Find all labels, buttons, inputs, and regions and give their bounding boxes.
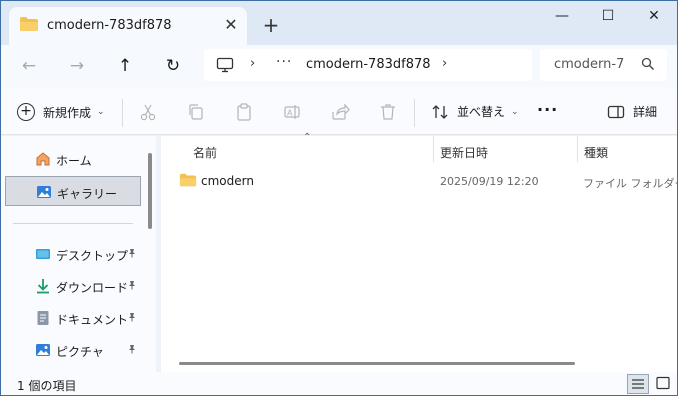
- pin-icon[interactable]: [127, 312, 137, 325]
- cut-icon[interactable]: [138, 102, 158, 122]
- toolbar-divider: [122, 99, 123, 127]
- search-placeholder: cmodern-7: [554, 57, 625, 72]
- details-view-icon: [632, 379, 644, 389]
- sort-label: 並べ替え: [457, 105, 506, 119]
- search-icon: [641, 57, 654, 70]
- details-label: 詳細: [633, 105, 658, 119]
- sidebar-scrollbar[interactable]: [148, 153, 152, 229]
- sidebar-item-home[interactable]: ホーム: [5, 144, 141, 174]
- rename-icon[interactable]: A: [282, 102, 302, 122]
- sidebar-item-gallery[interactable]: ギャラリー: [5, 176, 141, 206]
- document-icon: [37, 311, 49, 325]
- chevron-down-icon: ⌄: [511, 106, 519, 117]
- file-explorer-window: cmodern-783df878 ✕ + — ☐ ✕ ← → ↑ ↻ › ···…: [0, 0, 678, 396]
- back-button[interactable]: ←: [15, 53, 43, 79]
- details-pane-icon: [607, 105, 625, 118]
- title-bar: cmodern-783df878 ✕ + — ☐ ✕: [1, 1, 677, 45]
- file-list: ⌃ 名前 更新日時 種類 cmodern 2025/09/19 12:20 ファ…: [161, 132, 678, 372]
- sort-icon: [432, 104, 448, 119]
- breadcrumb-chevron-icon[interactable]: ›: [250, 56, 255, 71]
- command-bar: + 新規作成 ⌄ A 並べ替え ⌄ ··· 詳細: [1, 87, 677, 135]
- pictures-icon: [36, 344, 50, 356]
- tab-title: cmodern-783df878: [47, 18, 172, 33]
- paste-icon[interactable]: [234, 102, 254, 122]
- more-options-button[interactable]: ···: [537, 100, 558, 119]
- table-row[interactable]: cmodern 2025/09/19 12:20 ファイル フォルダー: [161, 168, 678, 194]
- folder-icon: [179, 173, 197, 187]
- maximize-button[interactable]: ☐: [585, 1, 631, 33]
- download-icon: [37, 279, 49, 294]
- sidebar-item-label: ホーム: [56, 154, 92, 168]
- file-name: cmodern: [201, 174, 254, 188]
- sidebar-item-label: ピクチャ: [56, 345, 104, 359]
- delete-icon[interactable]: [378, 102, 398, 122]
- search-input[interactable]: cmodern-7: [540, 49, 667, 81]
- tab-close-icon[interactable]: ✕: [221, 15, 241, 35]
- desktop-icon: [36, 249, 50, 259]
- large-icons-view-button[interactable]: [653, 374, 675, 394]
- sidebar-item-downloads[interactable]: ダウンロード: [5, 271, 141, 301]
- sort-ascending-icon: ⌃: [303, 132, 312, 143]
- horizontal-scrollbar[interactable]: [179, 362, 575, 365]
- breadcrumb-current-folder[interactable]: cmodern-783df878: [306, 57, 431, 72]
- plus-icon: +: [17, 103, 35, 121]
- sidebar-item-pictures[interactable]: ピクチャ: [5, 335, 141, 365]
- chevron-down-icon: ⌄: [97, 107, 105, 117]
- pin-icon[interactable]: [127, 248, 137, 261]
- sidebar-item-label: デスクトップ: [56, 249, 129, 263]
- breadcrumb-chevron-icon[interactable]: ›: [442, 56, 447, 71]
- sort-button[interactable]: 並べ替え ⌄: [431, 103, 519, 120]
- sidebar-item-label: ドキュメント: [56, 313, 129, 327]
- sidebar-item-desktop[interactable]: デスクトップ: [5, 239, 141, 269]
- file-type: ファイル フォルダー: [583, 177, 678, 190]
- close-window-button[interactable]: ✕: [631, 1, 677, 33]
- sidebar-item-label: ダウンロード: [56, 281, 129, 295]
- address-row: ← → ↑ ↻ › ··· cmodern-783df878 › cmodern…: [1, 45, 677, 87]
- toolbar-divider: [414, 99, 415, 127]
- new-button[interactable]: + 新規作成 ⌄: [17, 103, 105, 121]
- pin-icon[interactable]: [127, 344, 137, 357]
- details-pane-button[interactable]: 詳細: [607, 103, 657, 120]
- copy-icon[interactable]: [186, 102, 206, 122]
- tiles-view-icon: [656, 376, 670, 390]
- breadcrumb-overflow-button[interactable]: ···: [276, 54, 292, 70]
- new-tab-button[interactable]: +: [259, 14, 283, 38]
- share-icon[interactable]: [330, 102, 350, 122]
- minimize-button[interactable]: —: [539, 1, 585, 33]
- navigation-pane: ホーム ギャラリー デスクトップ ダウンロード ドキュメント ピクチャ: [1, 136, 156, 372]
- svg-text:A: A: [287, 109, 293, 118]
- computer-icon: [216, 57, 234, 73]
- pin-icon[interactable]: [127, 280, 137, 293]
- column-divider[interactable]: [577, 136, 578, 162]
- file-modified: 2025/09/19 12:20: [440, 175, 539, 188]
- column-header-type[interactable]: 種類: [584, 144, 608, 161]
- home-icon: [36, 152, 50, 166]
- refresh-button[interactable]: ↻: [159, 53, 187, 79]
- new-label: 新規作成: [43, 105, 92, 120]
- column-header-name[interactable]: 名前: [193, 144, 217, 161]
- up-button[interactable]: ↑: [111, 53, 139, 79]
- tab-current-folder[interactable]: cmodern-783df878 ✕: [9, 7, 247, 45]
- status-bar: 1 個の項目: [1, 372, 677, 395]
- column-divider[interactable]: [433, 136, 434, 162]
- sidebar-item-label: ギャラリー: [57, 187, 118, 201]
- folder-icon: [20, 17, 38, 31]
- item-count: 1 個の項目: [17, 379, 77, 393]
- sidebar-divider: [13, 223, 133, 224]
- address-bar[interactable]: › ··· cmodern-783df878 ›: [204, 49, 532, 81]
- gallery-icon: [37, 186, 51, 198]
- forward-button[interactable]: →: [63, 53, 91, 79]
- details-view-button[interactable]: [627, 374, 649, 394]
- column-header-modified[interactable]: 更新日時: [440, 144, 488, 161]
- sidebar-item-documents[interactable]: ドキュメント: [5, 303, 141, 333]
